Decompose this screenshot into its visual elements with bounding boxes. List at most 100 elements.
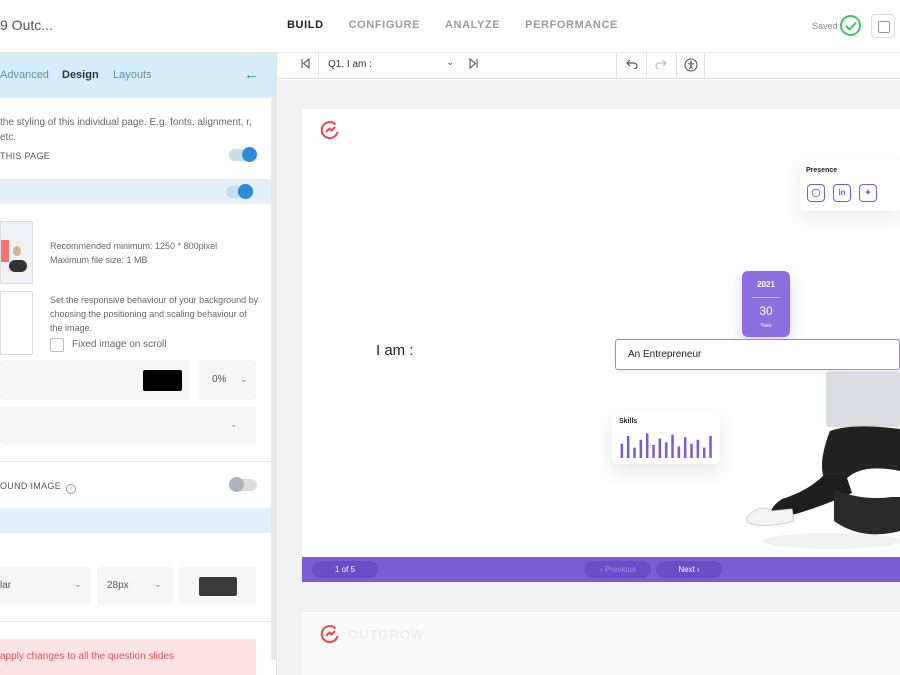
- skills-bar: [671, 434, 674, 458]
- font-section-band: [0, 508, 271, 533]
- instagram-icon: ◯: [807, 184, 825, 202]
- image-min-size: Recommended minimum: 1250 * 800pixel: [50, 241, 218, 251]
- accessibility-icon[interactable]: [684, 58, 698, 75]
- toggle-knob: [238, 184, 253, 199]
- font-family-dropdown[interactable]: lar ⌄: [0, 567, 91, 605]
- twitter-icon: ✦: [859, 184, 877, 202]
- chevron-down-icon: ⌄: [154, 579, 162, 589]
- toggle-knob: [229, 477, 244, 492]
- main-nav: BUILD CONFIGURE ANALYZE PERFORMANCE: [287, 19, 618, 31]
- round-image-label: OUND IMAGE i: [0, 481, 77, 494]
- skills-bar: [620, 443, 624, 458]
- date-card: 2021 30 Tues: [742, 271, 790, 337]
- date-weekday: Tues: [760, 323, 772, 329]
- sneaker-shape: [746, 507, 795, 527]
- date-day: 30: [759, 304, 773, 318]
- fixed-image-checkbox[interactable]: [50, 338, 64, 352]
- opacity-field[interactable]: 0% ⌄: [198, 360, 256, 400]
- apply-all-text: apply changes to all the question slides: [0, 651, 175, 662]
- info-icon[interactable]: i: [66, 484, 77, 494]
- skills-bar: [677, 446, 681, 458]
- first-slide-icon[interactable]: [300, 57, 311, 72]
- font-color-swatch[interactable]: [199, 577, 237, 596]
- back-arrow-icon[interactable]: ←: [244, 66, 259, 83]
- tab-advanced[interactable]: Advanced: [0, 69, 49, 81]
- background-image-thumbnail[interactable]: [0, 221, 33, 284]
- responsive-description: Set the responsive behaviour of your bac…: [50, 295, 259, 333]
- position-dropdown[interactable]: ⌄: [0, 407, 256, 445]
- thumb-shape: [13, 246, 21, 256]
- panel-tabs: Advanced Design Layouts ←: [0, 53, 276, 98]
- top-bar: 9 Outc... BUILD CONFIGURE ANALYZE PERFOR…: [0, 0, 900, 53]
- font-color-field[interactable]: [179, 567, 256, 605]
- skills-bar: [696, 439, 700, 458]
- answer-input[interactable]: An Entrepreneur: [615, 339, 900, 370]
- redo-icon[interactable]: [655, 58, 667, 72]
- slide-footer: 1 of 5 ‹ Previous Next ›: [302, 557, 900, 582]
- question-slide[interactable]: Presence ◯ in ✦ 2021 30 Tues I am : An E…: [302, 109, 900, 582]
- this-page-toggle[interactable]: [229, 147, 257, 162]
- skills-bar: [702, 447, 706, 458]
- date-divider: [752, 297, 780, 298]
- skills-bar: [690, 443, 693, 458]
- skills-bar: [626, 435, 630, 458]
- toolbar-separator: [616, 53, 617, 79]
- chevron-down-icon: ⌄: [230, 419, 238, 429]
- date-year: 2021: [757, 280, 775, 289]
- undo-icon[interactable]: [626, 58, 638, 72]
- saved-status: Saved: [812, 21, 838, 31]
- editor-toolbar: Q1. I am : ⌄: [278, 53, 900, 79]
- shadow-shape: [762, 533, 900, 549]
- chevron-down-icon: ⌄: [240, 374, 248, 384]
- design-description: the styling of this individual page. E.g…: [0, 117, 252, 143]
- presence-card: Presence ◯ in ✦: [800, 157, 900, 211]
- round-image-text: OUND IMAGE: [0, 481, 62, 491]
- next-slide-preview[interactable]: OUTGROW: [302, 612, 900, 675]
- skills-bar: [709, 435, 712, 458]
- font-size-dropdown[interactable]: 28px ⌄: [97, 567, 173, 605]
- fixed-image-label: Fixed image on scroll: [72, 339, 167, 350]
- tab-design[interactable]: Design: [62, 69, 99, 81]
- legs-shape: [822, 426, 900, 479]
- toolbar-separator: [704, 53, 705, 79]
- divider: [0, 461, 271, 462]
- chevron-down-icon[interactable]: ⌄: [446, 57, 454, 68]
- nav-performance[interactable]: PERFORMANCE: [525, 19, 618, 31]
- responsive-preview-box[interactable]: [0, 291, 33, 355]
- skills-bar: [652, 445, 655, 458]
- divider: [0, 621, 271, 622]
- next-label: Next: [678, 565, 695, 574]
- overlay-color-field[interactable]: [0, 360, 190, 400]
- brand-name: OUTGROW: [348, 627, 425, 642]
- project-title[interactable]: 9 Outc...: [0, 17, 53, 33]
- tab-layouts[interactable]: Layouts: [113, 69, 152, 81]
- previous-label: Previous: [604, 565, 636, 574]
- thumb-shape: [1, 240, 9, 262]
- nav-configure[interactable]: CONFIGURE: [349, 19, 420, 31]
- image-max-file-size: Maximum file size: 1 MB: [50, 255, 148, 265]
- toolbar-separator: [318, 53, 319, 79]
- nav-analyze[interactable]: ANALYZE: [445, 19, 500, 31]
- previous-button[interactable]: ‹ Previous: [585, 561, 651, 578]
- skills-bar-chart: [620, 433, 712, 458]
- question-select[interactable]: Q1. I am :: [328, 59, 372, 70]
- apply-all-slides-notice[interactable]: apply changes to all the question slides: [0, 639, 256, 675]
- nav-build[interactable]: BUILD: [287, 19, 324, 31]
- person-illustration: [746, 371, 900, 549]
- brand-logo-icon: [320, 121, 339, 139]
- panel-scrollbar[interactable]: [271, 98, 276, 660]
- skills-bar: [664, 442, 668, 458]
- overlay-color-swatch[interactable]: [143, 370, 182, 391]
- toolbar-separator: [646, 53, 647, 79]
- background-toggle[interactable]: [226, 184, 254, 199]
- next-button[interactable]: Next ›: [656, 561, 722, 578]
- preview-icon[interactable]: [871, 14, 895, 38]
- round-image-toggle[interactable]: [229, 477, 257, 492]
- brand-logo-icon: [320, 625, 339, 643]
- laptop-shape: [826, 371, 900, 427]
- last-slide-icon[interactable]: [468, 57, 479, 72]
- skills-bar: [658, 438, 662, 458]
- toolbar-separator: [676, 53, 677, 79]
- linkedin-icon: in: [833, 184, 851, 202]
- font-family-value: lar: [0, 580, 12, 591]
